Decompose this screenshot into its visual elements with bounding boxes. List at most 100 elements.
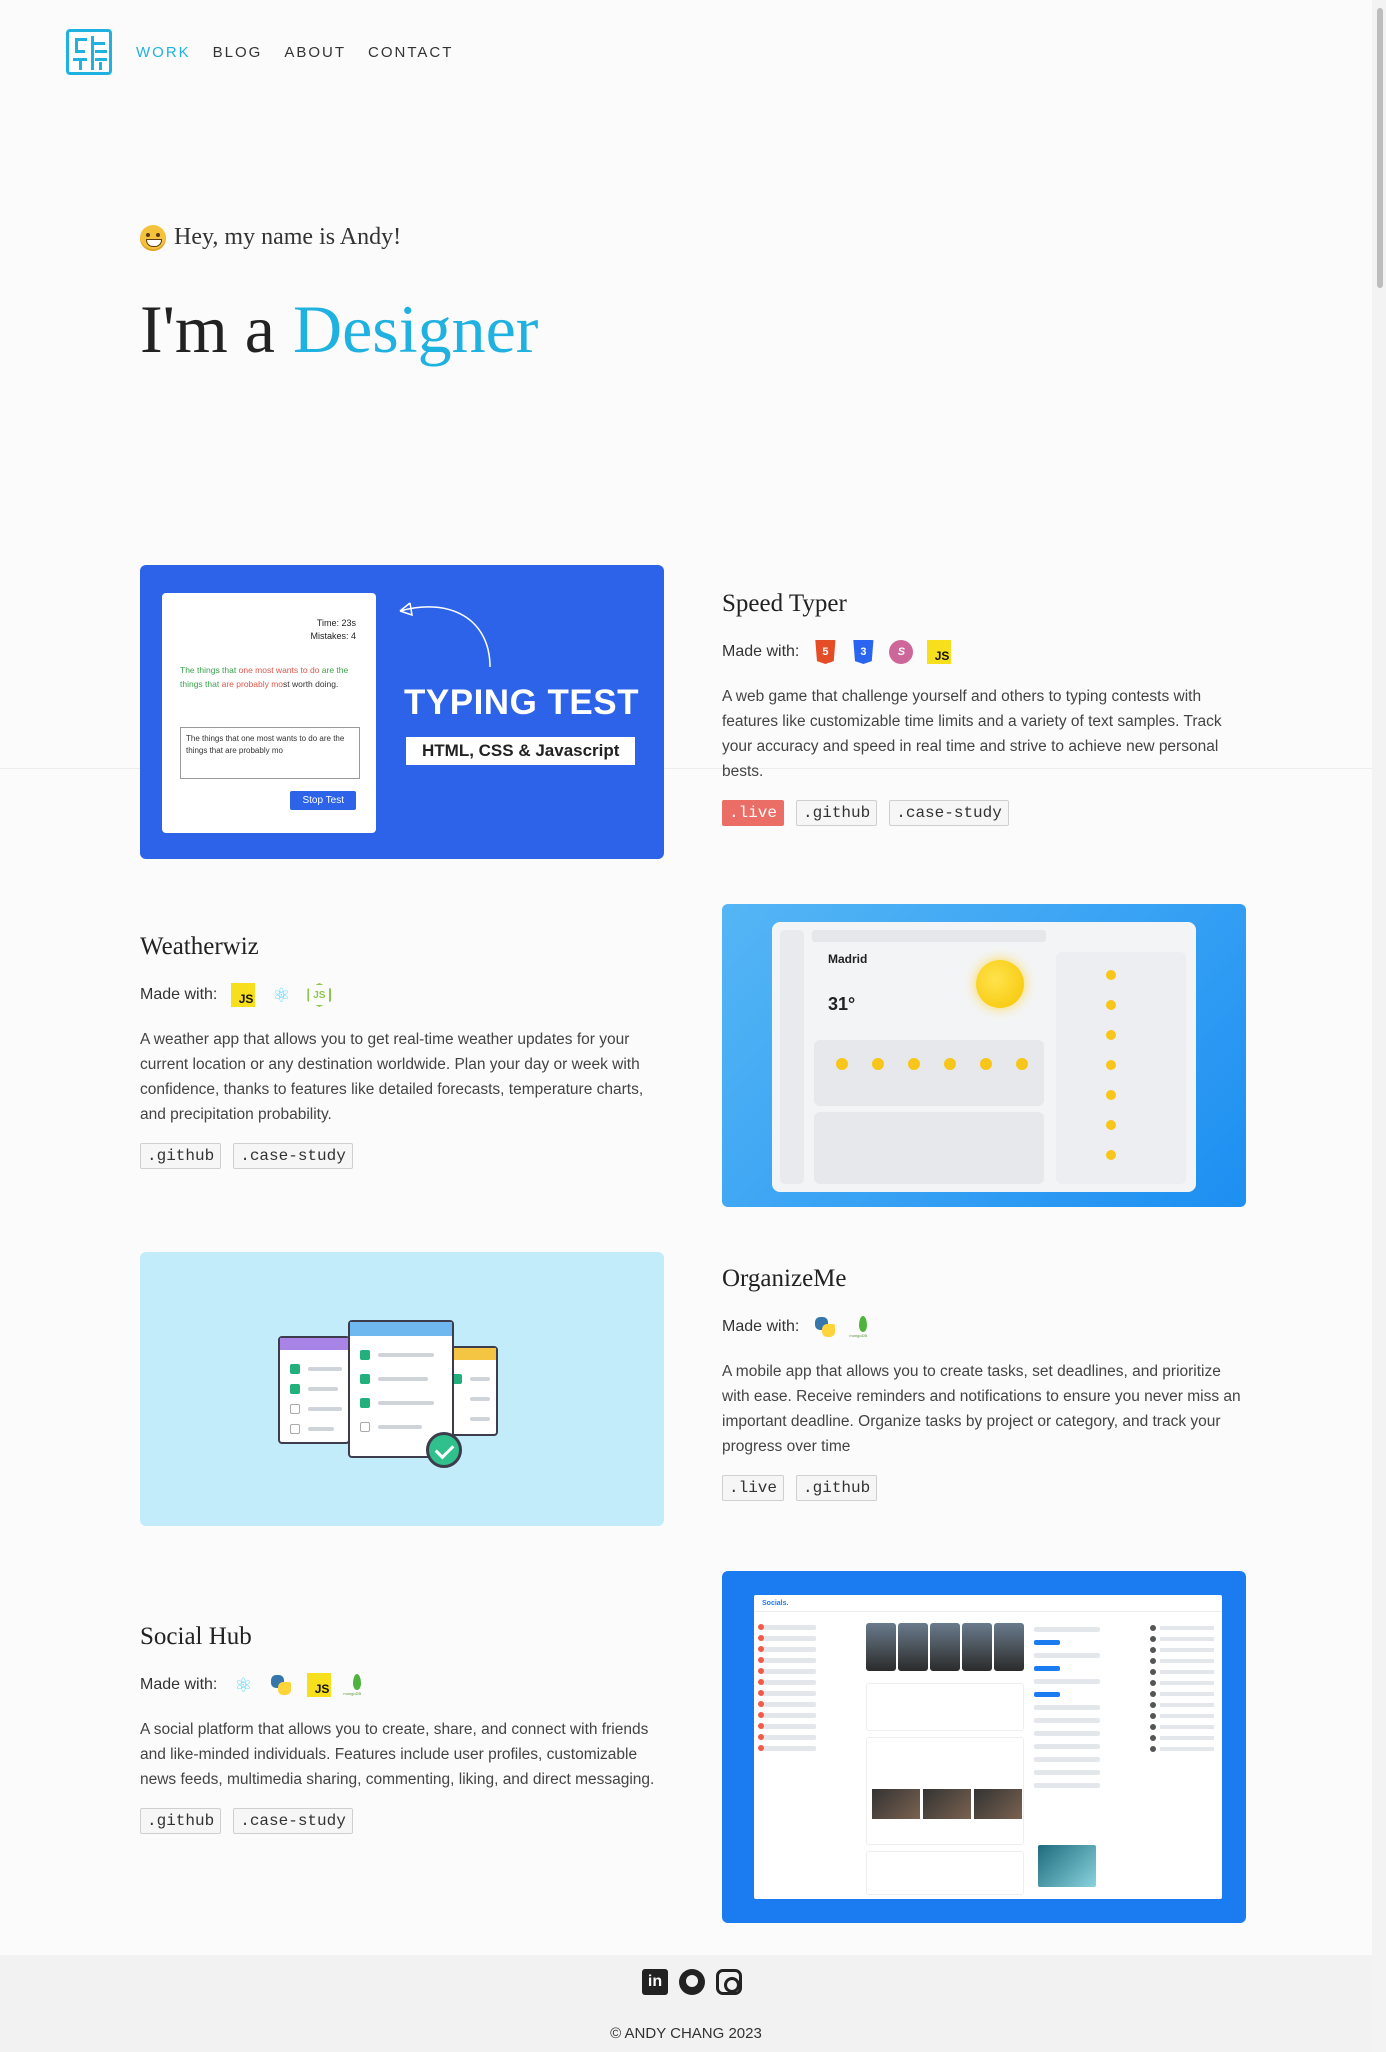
project-social-hub: Social Hub Made with: ⚛ JS A social plat… [140, 1623, 660, 1834]
social-stories [866, 1623, 1026, 1671]
typing-sample-text: The things that one most wants to do are… [180, 665, 349, 689]
project-description: A mobile app that allows you to create t… [722, 1363, 1241, 1455]
live-link[interactable]: .live [722, 1475, 785, 1501]
project-links: .live .github [722, 1475, 1242, 1501]
case-study-link[interactable]: .case-study [233, 1143, 353, 1169]
made-with-label: Made with: [140, 1676, 218, 1693]
made-with-label: Made with: [722, 643, 800, 660]
nav-contact[interactable]: CONTACT [368, 44, 453, 61]
nav-work[interactable]: WORK [136, 44, 191, 61]
social-thumbnail-image [1038, 1845, 1096, 1887]
scrollbar-thumb[interactable] [1377, 8, 1383, 288]
social-links: in [642, 1969, 753, 1995]
mongodb-icon [343, 1673, 369, 1697]
project-title: Speed Typer [722, 590, 847, 617]
typing-test-title: TYPING TEST [404, 683, 639, 722]
typing-stats: Time: 23s Mistakes: 4 [310, 617, 356, 643]
weather-app-window: Madrid 31° [772, 922, 1196, 1192]
made-with: Made with: ⚛ JS [140, 1673, 660, 1697]
made-with: Made with: 5 3 S JS [722, 640, 1242, 664]
arrow-curve-icon [399, 602, 491, 668]
github-link[interactable]: .github [140, 1808, 222, 1834]
project-description: A social platform that allows you to cre… [140, 1721, 655, 1788]
react-icon: ⚛ [234, 1674, 253, 1697]
air-conditions [814, 1112, 1044, 1184]
react-icon: ⚛ [272, 984, 291, 1007]
case-study-link[interactable]: .case-study [233, 1808, 353, 1834]
social-post-3 [866, 1851, 1024, 1895]
socials-brand: Socials. [762, 1600, 789, 1607]
nodejs-icon: JS [307, 983, 332, 1007]
made-with: Made with: [722, 1315, 1242, 1339]
footer: in © ANDY CHANG 2023 [0, 1955, 1372, 2052]
weather-search [812, 930, 1046, 942]
nav-about[interactable]: ABOUT [284, 44, 346, 61]
made-with-label: Made with: [140, 986, 218, 1003]
project-links: .github .case-study [140, 1808, 660, 1834]
typing-mistakes: Mistakes: 4 [310, 631, 356, 641]
project-title: Weatherwiz [140, 933, 259, 960]
hero-greeting: Hey, my name is Andy! [140, 224, 401, 251]
sass-icon: S [889, 640, 914, 664]
grin-emoji-icon [140, 224, 166, 251]
weather-city: Madrid [828, 952, 868, 966]
github-icon[interactable] [679, 1969, 705, 1995]
hourly-forecast [814, 1040, 1044, 1106]
javascript-icon: JS [231, 983, 256, 1007]
social-post-1 [866, 1683, 1024, 1731]
instagram-icon[interactable] [716, 1969, 742, 1995]
headline-role: Designer [292, 291, 539, 367]
case-study-link[interactable]: .case-study [889, 800, 1009, 826]
page-scrollbar[interactable] [1372, 0, 1386, 2052]
task-panel-left [278, 1336, 350, 1444]
social-right-column [1034, 1619, 1100, 1879]
weatherwiz-thumbnail[interactable]: Madrid 31° [722, 904, 1246, 1207]
typing-test-card: Time: 23s Mistakes: 4 The things that on… [162, 593, 376, 833]
typing-input-box: The things that one most wants to do are… [180, 727, 360, 779]
html5-icon: 5 [815, 640, 836, 664]
check-circle-icon [426, 1432, 462, 1468]
social-contacts-column [1150, 1619, 1214, 1819]
social-post-photos [872, 1789, 1025, 1819]
weather-temp: 31° [828, 994, 856, 1014]
github-link[interactable]: .github [796, 1475, 878, 1501]
organizeme-thumbnail[interactable] [140, 1252, 664, 1526]
made-with: Made with: JS ⚛ JS [140, 983, 660, 1007]
speed-typer-thumbnail[interactable]: Time: 23s Mistakes: 4 The things that on… [140, 565, 664, 859]
headline-prefix: I'm a [140, 291, 275, 367]
project-description: A weather app that allows you to get rea… [140, 1031, 644, 1123]
project-links: .live .github .case-study [722, 800, 1242, 826]
javascript-icon: JS [307, 1673, 332, 1697]
weather-sidebar [780, 930, 804, 1184]
hero-headline: I'm a Designer [140, 290, 538, 369]
typing-test-subtitle: HTML, CSS & Javascript [406, 737, 636, 765]
project-weatherwiz: Weatherwiz Made with: JS ⚛ JS A weather … [140, 933, 660, 1169]
mongodb-icon [849, 1315, 875, 1339]
typing-time: Time: 23s [316, 618, 356, 628]
greeting-text: Hey, my name is Andy! [174, 224, 402, 250]
weekly-forecast [1056, 952, 1186, 1184]
project-title: Social Hub [140, 1623, 252, 1650]
made-with-label: Made with: [722, 1318, 800, 1335]
social-left-column [758, 1619, 816, 1831]
project-title: OrganizeMe [722, 1265, 847, 1292]
python-icon [269, 1673, 293, 1697]
live-link[interactable]: .live [722, 800, 785, 826]
nav-blog[interactable]: BLOG [213, 44, 263, 61]
social-app-window: Socials. [754, 1595, 1222, 1899]
project-speed-typer: Speed Typer Made with: 5 3 S JS A web ga… [722, 590, 1242, 826]
project-organizeme: OrganizeMe Made with: A mobile app that … [722, 1265, 1242, 1501]
logo-icon[interactable] [66, 29, 112, 75]
project-links: .github .case-study [140, 1143, 660, 1169]
stop-test-button: Stop Test [290, 791, 356, 810]
linkedin-icon[interactable]: in [642, 1969, 668, 1995]
javascript-icon: JS [927, 640, 952, 664]
github-link[interactable]: .github [140, 1143, 222, 1169]
python-icon [813, 1315, 837, 1339]
sun-icon [976, 960, 1024, 1008]
github-link[interactable]: .github [796, 800, 878, 826]
social-hub-thumbnail[interactable]: Socials. [722, 1571, 1246, 1923]
copyright: © ANDY CHANG 2023 [610, 2025, 762, 2042]
top-nav: WORK BLOG ABOUT CONTACT [66, 28, 475, 76]
css3-icon: 3 [853, 640, 874, 664]
